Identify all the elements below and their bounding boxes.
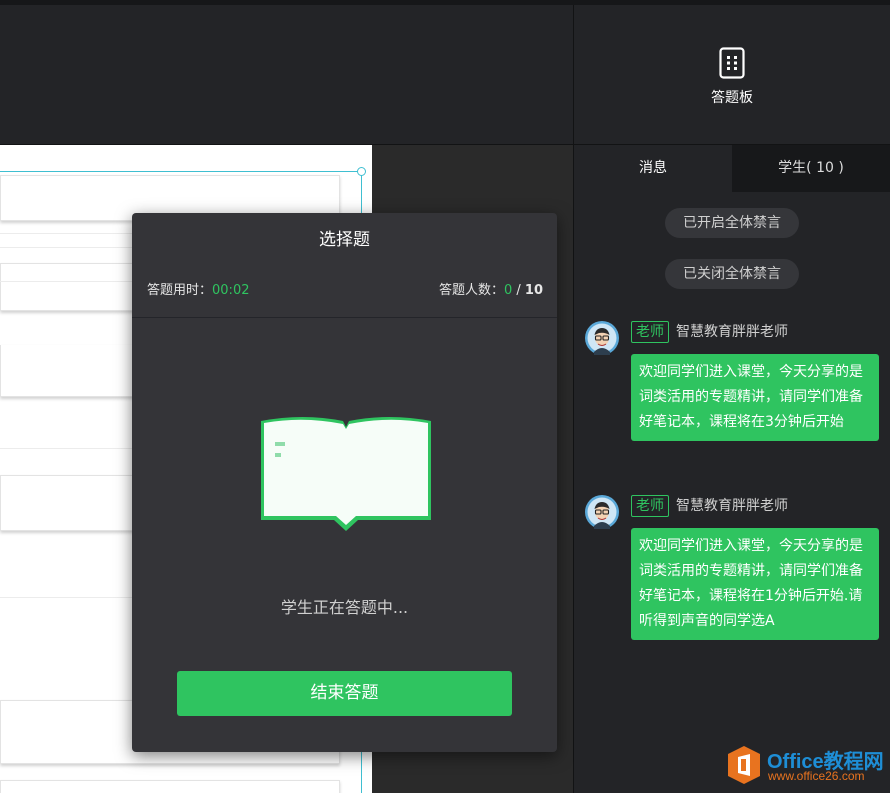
watermark-url: www.office26.com — [768, 769, 865, 783]
modal-title: 选择题 — [319, 230, 370, 250]
answer-count: 答题人数：0 / 10 — [439, 279, 543, 298]
modal-separator — [132, 317, 557, 318]
system-notice-mute-on: 已开启全体禁言 — [665, 208, 799, 238]
answering-status: 学生正在答题中... — [280, 598, 409, 617]
resize-handle[interactable] — [357, 167, 366, 176]
answer-time: 答题用时：00:02 — [147, 279, 249, 298]
open-book-icon — [261, 417, 431, 531]
panel-tabs: 消息 学生( 10 ) — [574, 145, 890, 192]
watermark: Office教程网 www.office26.com — [726, 743, 890, 793]
answer-board-button[interactable]: 答题板 — [690, 47, 774, 107]
message-bubble: 欢迎同学们进入课堂，今天分享的是词类活用的专题精讲，请同学们准备好笔记本，课程将… — [631, 354, 879, 441]
answer-count-answered: 0 — [503, 283, 513, 298]
selection-outline-top — [0, 171, 362, 172]
tab-messages[interactable]: 消息 — [574, 145, 732, 192]
teacher-avatar — [585, 495, 619, 529]
sender-name: 智慧教育胖胖老师 — [676, 324, 788, 340]
tab-students[interactable]: 学生( 10 ) — [732, 145, 890, 192]
answer-count-label: 答题人数： — [438, 283, 504, 298]
quiz-modal: 选择题 答题用时：00:02 答题人数：0 / 10 学生正在答题中... 结束… — [132, 213, 557, 752]
answer-time-value: 00:02 — [212, 283, 250, 298]
teacher-avatar — [585, 321, 619, 355]
role-tag: 老师 — [631, 321, 669, 343]
answer-time-label: 答题用时： — [147, 283, 213, 298]
answer-sheet-icon — [719, 47, 745, 79]
end-answering-button[interactable]: 结束答题 — [177, 671, 512, 716]
role-tag: 老师 — [631, 495, 669, 517]
office-logo-icon — [728, 746, 760, 784]
answer-count-total: 10 — [524, 283, 543, 298]
answer-board-label: 答题板 — [711, 90, 753, 106]
system-notice-mute-off: 已关闭全体禁言 — [665, 259, 799, 289]
chat-panel: 消息 学生( 10 ) 已开启全体禁言 已关闭全体禁言 老师 智慧教育胖胖老师 … — [574, 145, 890, 793]
message-bubble: 欢迎同学们进入课堂，今天分享的是词类活用的专题精讲，请同学们准备好笔记本，课程将… — [631, 528, 879, 640]
sender-name: 智慧教育胖胖老师 — [676, 498, 788, 514]
classroom-app: 答题板 选择题 答题用时：00:02 答题人数：0 / 10 学生正在答题中..… — [0, 0, 890, 793]
slide-card — [0, 780, 340, 793]
answer-count-separator: / — [512, 283, 525, 298]
